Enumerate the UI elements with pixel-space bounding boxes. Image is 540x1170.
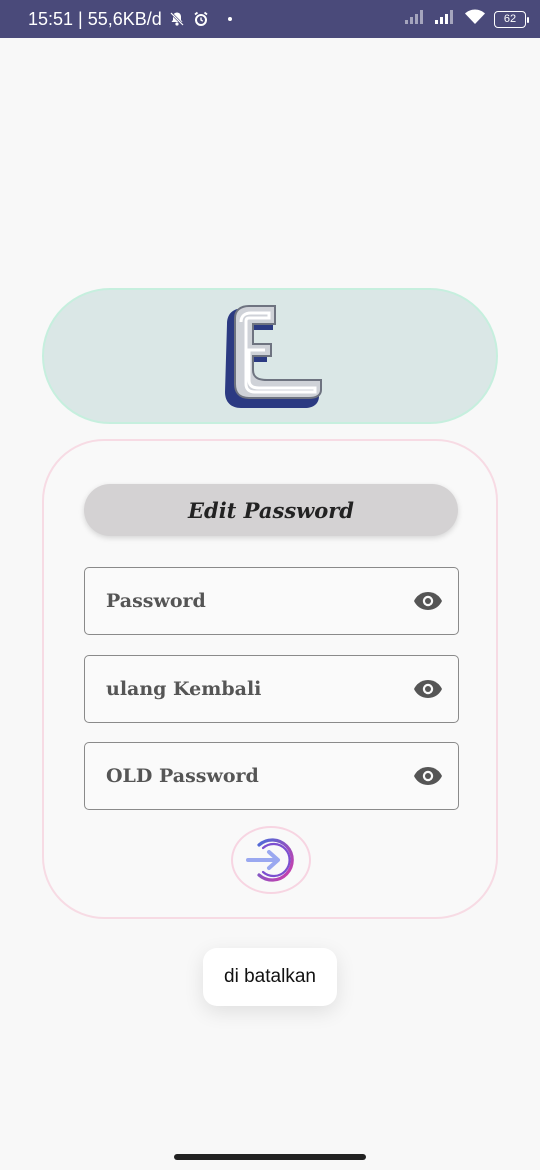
password-input[interactable] bbox=[106, 590, 412, 612]
status-time: 15:51 | 55,6KB/d bbox=[28, 8, 162, 29]
status-right: 62 bbox=[404, 9, 529, 30]
notification-dot bbox=[227, 17, 232, 21]
logo-e bbox=[225, 305, 322, 408]
edit-password-form: Edit Password bbox=[42, 439, 498, 919]
bell-off-icon bbox=[168, 10, 186, 28]
alarm-icon bbox=[192, 10, 210, 28]
password-field[interactable] bbox=[84, 567, 459, 635]
submit-button[interactable] bbox=[231, 826, 311, 894]
battery-icon: 62 bbox=[494, 10, 529, 28]
home-indicator[interactable] bbox=[174, 1154, 366, 1160]
status-left: 15:51 | 55,6KB/d bbox=[28, 9, 232, 30]
confirm-password-input[interactable] bbox=[106, 678, 412, 700]
toast-message: di batalkan bbox=[203, 948, 337, 1006]
signal-icon bbox=[434, 9, 456, 30]
confirm-password-field[interactable] bbox=[84, 655, 459, 723]
form-title: Edit Password bbox=[84, 484, 458, 536]
old-password-input[interactable] bbox=[106, 765, 412, 787]
signal-icon bbox=[404, 9, 426, 30]
eye-icon[interactable] bbox=[412, 585, 444, 617]
login-arrow-icon bbox=[246, 838, 294, 882]
eye-icon[interactable] bbox=[412, 673, 444, 705]
wifi-icon bbox=[464, 9, 486, 30]
status-bar: 15:51 | 55,6KB/d 62 bbox=[0, 0, 540, 38]
battery-level: 62 bbox=[503, 13, 517, 25]
eye-icon[interactable] bbox=[412, 760, 444, 792]
old-password-field[interactable] bbox=[84, 742, 459, 810]
logo-card bbox=[42, 288, 498, 424]
